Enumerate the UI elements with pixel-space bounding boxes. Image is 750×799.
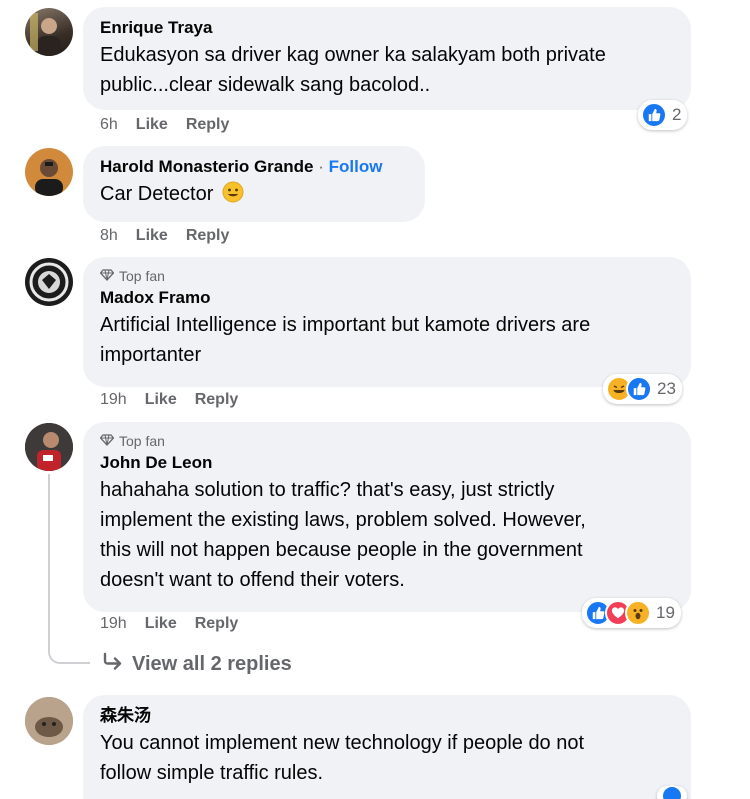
comment-actions: 6h Like Reply — [100, 116, 229, 134]
diamond-icon — [99, 266, 115, 286]
avatar[interactable] — [25, 423, 73, 471]
view-replies-link[interactable]: View all 2 replies — [102, 652, 292, 676]
comment-time[interactable]: 19h — [100, 615, 127, 633]
comment-text-line: doesn't want to offend their voters. — [100, 569, 405, 591]
comment-bubble: Top fan Madox Framo Artificial Intellige… — [83, 257, 691, 387]
smiling-face-icon — [222, 181, 244, 212]
comment-text-line: Edukasyon sa driver kag owner ka salakya… — [100, 44, 606, 66]
comment-text-line: public...clear sidewalk sang bacolod.. — [100, 74, 431, 96]
comment-author-line: Harold Monasterio Grande · Follow — [100, 155, 408, 179]
avatar[interactable] — [25, 697, 73, 745]
wow-reaction-icon — [625, 600, 651, 626]
reaction-count: 19 — [656, 603, 675, 622]
avatar[interactable] — [25, 8, 73, 56]
comment-bubble: Harold Monasterio Grande · Follow Car De… — [83, 146, 425, 222]
comment-actions: 19h Like Reply — [100, 391, 238, 409]
person-photo-icon — [30, 13, 61, 56]
comment-text-row: Car Detector — [100, 179, 408, 212]
comment-text-line: hahahaha solution to traffic? that's eas… — [100, 479, 555, 501]
person-photo-icon — [25, 697, 73, 745]
comment-bubble: Top fan John De Leon hahahaha solution t… — [83, 422, 691, 612]
comment-text-line: Artificial Intelligence is important but… — [100, 314, 591, 336]
reply-link[interactable]: Reply — [186, 227, 230, 245]
person-photo-icon — [35, 159, 63, 196]
like-link[interactable]: Like — [145, 391, 177, 409]
reaction-count: 2 — [672, 105, 682, 124]
diamond-icon — [99, 431, 115, 451]
reaction-summary[interactable]: 2 — [638, 100, 688, 130]
avatar[interactable] — [25, 258, 73, 306]
reply-link[interactable]: Reply — [186, 116, 230, 134]
comment-text-line: follow simple traffic rules. — [100, 762, 324, 784]
comment-time[interactable]: 8h — [100, 227, 118, 245]
comment-bubble: Enrique Traya Edukasyon sa driver kag ow… — [83, 7, 691, 110]
reply-link[interactable]: Reply — [195, 391, 239, 409]
comment-text-line: implement the existing laws, problem sol… — [100, 509, 586, 531]
like-reaction-icon — [661, 785, 683, 799]
reaction-summary[interactable]: 19 — [582, 598, 681, 628]
top-fan-label: Top fan — [119, 268, 165, 284]
comment-actions: 19h Like Reply — [100, 615, 238, 633]
top-fan-label: Top fan — [119, 433, 165, 449]
comment-time[interactable]: 6h — [100, 116, 118, 134]
avatar[interactable] — [25, 148, 73, 196]
reply-arrow-icon — [102, 652, 124, 676]
like-link[interactable]: Like — [136, 227, 168, 245]
comment-author[interactable]: Madox Framo — [100, 286, 674, 310]
reply-link[interactable]: Reply — [195, 615, 239, 633]
comment-text-line: You cannot implement new technology if p… — [100, 732, 585, 754]
like-link[interactable]: Like — [136, 116, 168, 134]
comment-author[interactable]: 森朱汤 — [100, 704, 674, 728]
reaction-summary[interactable]: 23 — [603, 374, 682, 404]
person-photo-icon — [25, 423, 73, 471]
top-fan-badge: Top fan — [99, 266, 674, 286]
like-reaction-icon — [641, 102, 667, 128]
comment-actions: 8h Like Reply — [100, 227, 229, 245]
comment-author[interactable]: Harold Monasterio Grande — [100, 157, 313, 176]
reaction-count: 23 — [657, 379, 676, 398]
top-fan-badge: Top fan — [99, 431, 674, 451]
separator-dot: · — [318, 157, 324, 176]
like-link[interactable]: Like — [145, 615, 177, 633]
follow-button[interactable]: Follow — [329, 157, 383, 176]
comment-text-line: importanter — [100, 344, 202, 366]
comment-author[interactable]: Enrique Traya — [100, 16, 674, 40]
like-reaction-icon — [626, 376, 652, 402]
comment-text-line: this will not happen because people in t… — [100, 539, 583, 561]
view-replies-label: View all 2 replies — [132, 652, 292, 675]
comment-bubble: 森朱汤 You cannot implement new technology … — [83, 695, 691, 799]
comment-text: Car Detector — [100, 183, 214, 205]
reaction-summary-partial[interactable] — [657, 785, 687, 799]
emblem-logo-icon — [29, 262, 69, 302]
comment-time[interactable]: 19h — [100, 391, 127, 409]
comment-author[interactable]: John De Leon — [100, 451, 674, 475]
